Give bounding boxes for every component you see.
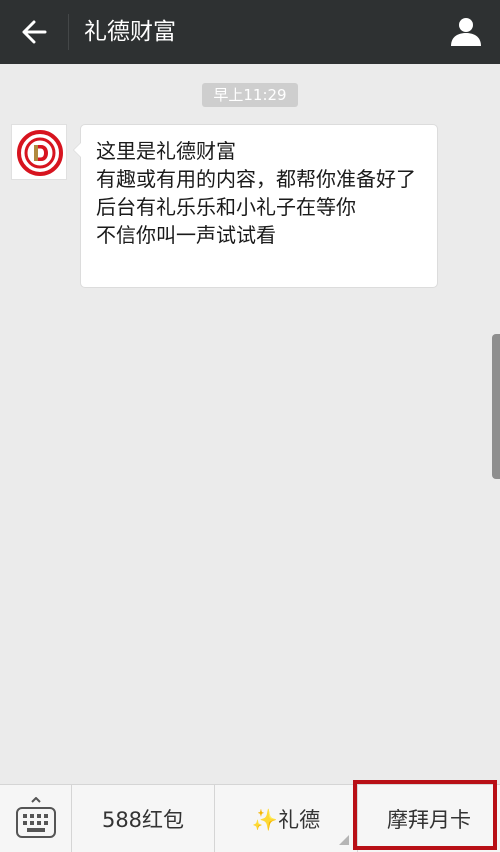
message-text: 这里是礼德财富 有趣或有用的内容，都帮你准备好了 后台有礼乐乐和小礼子在等你 不…: [96, 139, 416, 247]
bottom-menu-bar: 588红包 ✨礼德 摩拜月卡: [0, 784, 500, 852]
menu-item-label: ✨礼德: [251, 808, 321, 832]
avatar[interactable]: [11, 124, 67, 180]
menu-item-lide[interactable]: ✨礼德: [215, 785, 358, 852]
page-title: 礼德财富: [84, 19, 176, 45]
person-icon: [451, 18, 481, 46]
header-divider: [68, 14, 69, 50]
chat-area[interactable]: 早上11:29 这里是礼德财富 有趣或有用的内容，都帮你准备好了 后台有礼乐乐和…: [0, 64, 500, 784]
scrollbar[interactable]: [492, 334, 500, 479]
menu-item-label: 588红包: [101, 808, 185, 832]
back-button[interactable]: [14, 14, 54, 50]
menu-item-588-hongbao[interactable]: 588红包: [72, 785, 215, 852]
message-timestamp: 早上11:29: [202, 83, 298, 107]
menu-item-mobike-monthly-card[interactable]: 摩拜月卡: [358, 785, 500, 852]
back-arrow-icon: [22, 20, 47, 44]
chat-header: 礼德财富: [0, 0, 500, 64]
lide-logo-icon: [17, 130, 63, 176]
submenu-indicator-icon: [339, 835, 349, 845]
message-bubble[interactable]: 这里是礼德财富 有趣或有用的内容，都帮你准备好了 后台有礼乐乐和小礼子在等你 不…: [73, 124, 438, 288]
profile-button[interactable]: [448, 14, 484, 50]
keyboard-icon: [16, 797, 56, 838]
menu-item-label: 摩拜月卡: [387, 808, 471, 832]
keyboard-toggle-button[interactable]: [0, 785, 72, 852]
